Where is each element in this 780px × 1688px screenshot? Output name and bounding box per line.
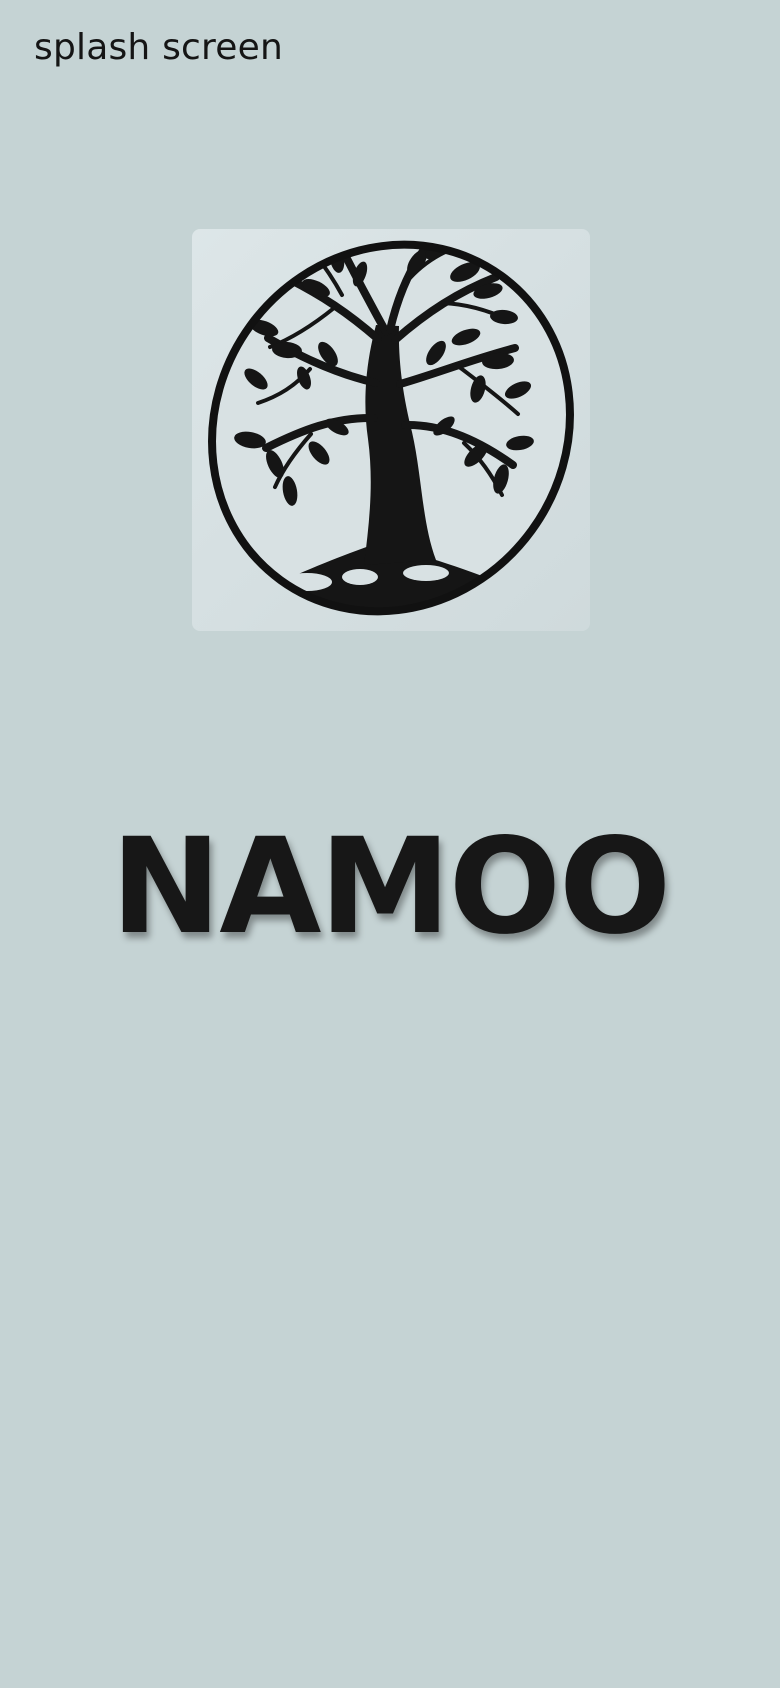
tree-of-life-icon (208, 233, 574, 631)
brand-title: NAMOO (110, 810, 671, 964)
app-logo (192, 229, 590, 631)
screen-label: splash screen (34, 27, 283, 68)
